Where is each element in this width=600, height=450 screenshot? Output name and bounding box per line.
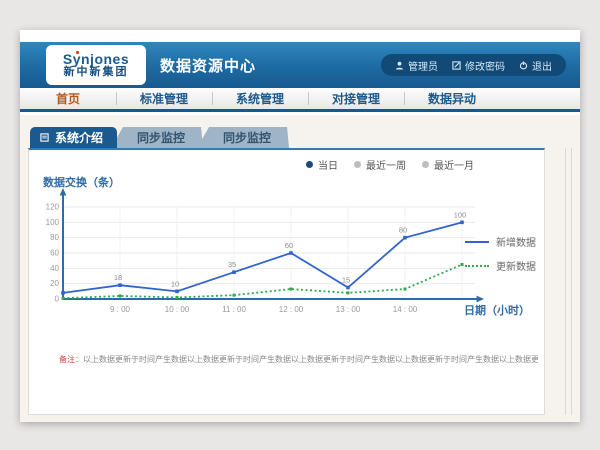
content-area: 系统介绍 同步监控 同步监控 当日 最近一周 bbox=[20, 115, 580, 422]
data-point-marker bbox=[460, 221, 464, 225]
tab-label: 同步监控 bbox=[223, 129, 271, 146]
svg-text:13 : 00: 13 : 00 bbox=[336, 305, 361, 314]
range-label: 最近一月 bbox=[434, 157, 474, 172]
legend-item[interactable]: 更新数据 bbox=[465, 258, 536, 273]
time-range-selector: 当日 最近一周 最近一月 bbox=[306, 157, 474, 172]
svg-text:11 : 00: 11 : 00 bbox=[222, 305, 246, 314]
radio-icon bbox=[422, 161, 429, 168]
user-menu: 管理员 修改密码 退出 bbox=[381, 54, 566, 76]
document-icon bbox=[40, 133, 49, 142]
data-point-label: 15 bbox=[342, 276, 350, 285]
data-point-marker bbox=[119, 294, 122, 297]
company-logo: Synjones 新中新集团 bbox=[46, 45, 146, 85]
svg-text:20: 20 bbox=[50, 279, 59, 288]
page-title: 数据资源中心 bbox=[160, 42, 256, 88]
data-point-label: 35 bbox=[228, 260, 236, 269]
data-point-marker bbox=[461, 263, 464, 266]
tab-system-intro[interactable]: 系统介绍 bbox=[30, 127, 117, 148]
range-option-last-month[interactable]: 最近一月 bbox=[422, 157, 474, 172]
company-name: 新中新集团 bbox=[64, 66, 129, 79]
power-icon bbox=[519, 61, 528, 70]
data-point-marker bbox=[290, 288, 293, 291]
svg-text:14 : 00: 14 : 00 bbox=[393, 305, 418, 314]
nav-item-data-change[interactable]: 数据异动 bbox=[404, 90, 500, 107]
range-label: 最近一周 bbox=[366, 157, 406, 172]
tab-label: 同步监控 bbox=[137, 129, 185, 146]
data-point-marker bbox=[347, 291, 350, 294]
tick-labels: 0 20 40 60 80 100 120 9 : 00 10 : 00 11 : 00 12 : … bbox=[46, 203, 418, 315]
radio-icon bbox=[354, 161, 361, 168]
data-point-label: 10 bbox=[171, 279, 179, 288]
footnote: 备注：以上数据更新于时间产生数据以上数据更新于时间产生数据以上数据更新于时间产生… bbox=[59, 354, 538, 365]
data-point-marker bbox=[61, 291, 65, 295]
svg-text:60: 60 bbox=[50, 249, 59, 258]
change-password-button[interactable]: 修改密码 bbox=[452, 58, 505, 73]
main-nav: 首页 标准管理 系统管理 对接管理 数据异动 bbox=[20, 88, 580, 112]
svg-text:9 : 00: 9 : 00 bbox=[110, 305, 131, 314]
edit-icon bbox=[452, 61, 461, 70]
data-point-marker bbox=[176, 296, 179, 299]
data-point-label: 80 bbox=[399, 226, 407, 235]
nav-item-standard-mgmt[interactable]: 标准管理 bbox=[116, 90, 212, 107]
svg-text:80: 80 bbox=[50, 233, 59, 242]
range-option-last-week[interactable]: 最近一周 bbox=[354, 157, 406, 172]
data-point-marker bbox=[233, 294, 236, 297]
svg-text:120: 120 bbox=[46, 203, 60, 212]
svg-text:10 : 00: 10 : 00 bbox=[165, 305, 190, 314]
app-window: Synjones 新中新集团 数据资源中心 管理员 修改密码 bbox=[20, 30, 580, 422]
data-point-marker bbox=[289, 251, 293, 255]
legend-item[interactable]: 新增数据 bbox=[465, 234, 536, 249]
data-point-marker bbox=[62, 297, 65, 300]
legend-line-swatch bbox=[465, 241, 489, 243]
x-axis-title: 日期（小时） bbox=[464, 302, 530, 318]
tab-label: 系统介绍 bbox=[55, 129, 103, 146]
logout-label: 退出 bbox=[532, 58, 552, 73]
svg-text:100: 100 bbox=[46, 218, 60, 227]
tab-sync-monitor-1[interactable]: 同步监控 bbox=[111, 127, 203, 148]
logo-red-dot bbox=[76, 51, 79, 54]
range-option-today[interactable]: 当日 bbox=[306, 157, 338, 172]
tab-sync-monitor-2[interactable]: 同步监控 bbox=[197, 127, 289, 148]
nav-item-home[interactable]: 首页 bbox=[20, 90, 116, 107]
legend-label: 更新数据 bbox=[496, 258, 536, 273]
svg-text:40: 40 bbox=[50, 264, 59, 273]
legend-line-swatch bbox=[465, 265, 489, 267]
radio-icon bbox=[306, 161, 313, 168]
data-point-marker bbox=[232, 270, 236, 274]
chart-legend: 新增数据更新数据 bbox=[465, 234, 536, 273]
data-point-marker bbox=[404, 288, 407, 291]
user-icon bbox=[395, 61, 404, 70]
scrollbar-track[interactable] bbox=[565, 148, 572, 415]
series-更新数据 bbox=[63, 265, 462, 299]
current-user[interactable]: 管理员 bbox=[395, 58, 438, 73]
nav-item-system-mgmt[interactable]: 系统管理 bbox=[212, 90, 308, 107]
nav-item-interface-mgmt[interactable]: 对接管理 bbox=[308, 90, 404, 107]
data-point-label: 100 bbox=[454, 210, 467, 219]
data-point-label: 18 bbox=[114, 273, 122, 282]
app-header: Synjones 新中新集团 数据资源中心 管理员 修改密码 bbox=[20, 42, 580, 88]
legend-label: 新增数据 bbox=[496, 234, 536, 249]
data-point-label: 60 bbox=[285, 241, 293, 250]
range-label: 当日 bbox=[318, 157, 338, 172]
data-point-marker bbox=[118, 283, 122, 287]
user-label: 管理员 bbox=[408, 58, 438, 73]
svg-text:0: 0 bbox=[55, 295, 60, 304]
tab-bar: 系统介绍 同步监控 同步监控 bbox=[30, 127, 289, 148]
brand-name: Synjones bbox=[63, 52, 129, 66]
logout-button[interactable]: 退出 bbox=[519, 58, 552, 73]
footnote-text: 以上数据更新于时间产生数据以上数据更新于时间产生数据以上数据更新于时间产生数据以… bbox=[83, 355, 538, 364]
change-password-label: 修改密码 bbox=[465, 58, 505, 73]
data-point-marker bbox=[346, 286, 350, 290]
footnote-label: 备注： bbox=[59, 355, 83, 364]
chart-panel: 当日 最近一周 最近一月 数据交换（条） 0204060801001209 : … bbox=[28, 148, 545, 415]
data-point-marker bbox=[175, 290, 179, 294]
svg-text:12 : 00: 12 : 00 bbox=[279, 305, 304, 314]
data-point-marker bbox=[403, 236, 407, 240]
